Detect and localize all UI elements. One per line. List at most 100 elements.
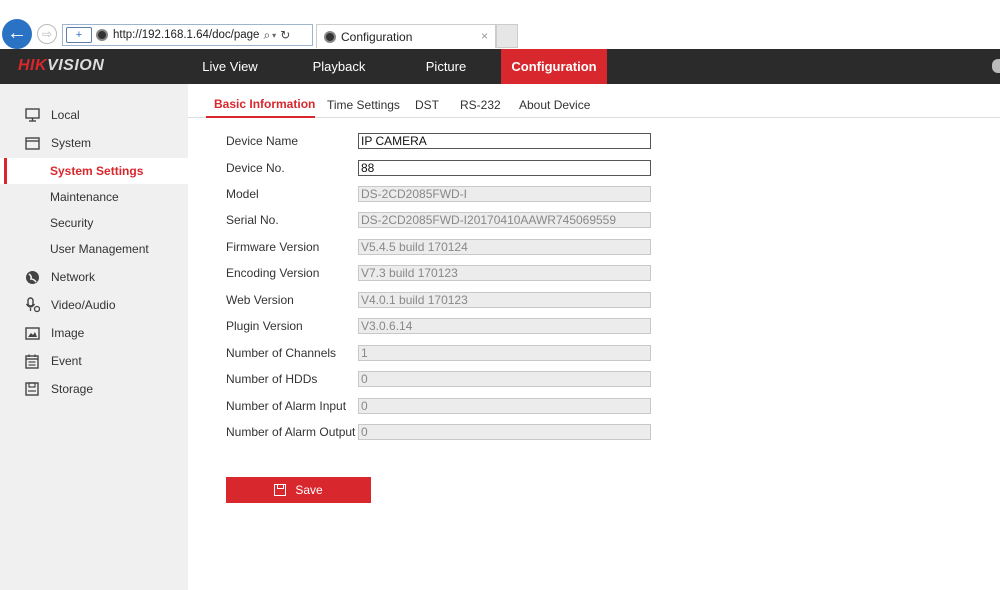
field-label: Encoding Version xyxy=(226,266,320,280)
device-name-input[interactable] xyxy=(358,133,651,149)
system-icon xyxy=(24,136,40,150)
sidebar-item-label: Video/Audio xyxy=(51,298,116,312)
sidebar-item-user-management[interactable]: User Management xyxy=(0,236,188,262)
user-icon[interactable] xyxy=(992,59,1000,73)
form-row-device-no: Device No. xyxy=(226,160,656,176)
form-row-encoding-version: Encoding Version xyxy=(226,265,656,281)
back-arrow-icon: ← xyxy=(7,22,27,44)
form-row-number-of-channels: Number of Channels xyxy=(226,345,656,361)
form-row-web-version: Web Version xyxy=(226,292,656,308)
field-label: Number of HDDs xyxy=(226,372,318,386)
floppy-disk-icon xyxy=(274,484,287,496)
top-navigation: HIKVISION Live View Playback Picture Con… xyxy=(0,49,1000,84)
form-row-device-name: Device Name xyxy=(226,133,656,149)
nav-configuration[interactable]: Configuration xyxy=(501,49,607,84)
close-icon[interactable]: × xyxy=(481,29,488,43)
sidebar-item-label: Event xyxy=(51,354,82,368)
sidebar: Local System System Settings Maintenance… xyxy=(0,84,188,590)
logo-vision: VISION xyxy=(47,57,105,74)
save-button[interactable]: Save xyxy=(226,477,371,503)
nav-live-view[interactable]: Live View xyxy=(190,49,270,84)
address-bar[interactable]: + http://192.168.1.64/doc/page ⌕ ▾ ↻ xyxy=(62,24,313,46)
field-label: Number of Alarm Output xyxy=(226,425,356,439)
field-label: Web Version xyxy=(226,293,294,307)
forward-arrow-icon: ⇨ xyxy=(41,27,53,41)
tab-basic-information[interactable]: Basic Information xyxy=(206,84,315,118)
tab-about-device[interactable]: About Device xyxy=(519,84,590,118)
storage-icon xyxy=(24,382,40,396)
device-no-input[interactable] xyxy=(358,160,651,176)
sidebar-item-label: System Settings xyxy=(50,164,144,178)
browser-tab[interactable]: Configuration × xyxy=(316,24,496,48)
number-of-hdds-field xyxy=(358,371,651,387)
field-label: Device Name xyxy=(226,134,299,148)
form-row-number-of-alarm-output: Number of Alarm Output xyxy=(226,424,656,440)
field-label: Firmware Version xyxy=(226,240,320,254)
sidebar-item-label: Image xyxy=(51,326,85,340)
sidebar-item-security[interactable]: Security xyxy=(0,210,188,236)
sidebar-item-label: System xyxy=(51,136,92,150)
sidebar-item-label: Local xyxy=(51,108,80,122)
tab-favicon-icon xyxy=(324,30,336,43)
sidebar-item-system[interactable]: System xyxy=(0,130,188,156)
url-text[interactable]: http://192.168.1.64/doc/page xyxy=(113,29,259,41)
form-row-plugin-version: Plugin Version xyxy=(226,318,656,334)
sidebar-item-label: Network xyxy=(51,270,96,284)
sidebar-item-label: Maintenance xyxy=(50,190,119,204)
sidebar-item-maintenance[interactable]: Maintenance xyxy=(0,184,188,210)
back-button[interactable]: ← xyxy=(2,19,32,49)
firmware-version-field xyxy=(358,239,651,255)
hikvision-logo: HIKVISION xyxy=(18,57,104,75)
config-tabs: Basic Information Time Settings DST RS-2… xyxy=(188,84,1000,118)
monitor-icon xyxy=(24,108,40,122)
sidebar-item-label: Storage xyxy=(51,382,94,396)
form-row-firmware-version: Firmware Version xyxy=(226,239,656,255)
form-row-serial-no: Serial No. xyxy=(226,212,656,228)
browser-tab-title: Configuration xyxy=(341,29,413,44)
sidebar-item-event[interactable]: Event xyxy=(0,348,188,374)
number-of-alarm-output-field xyxy=(358,424,651,440)
nav-playback[interactable]: Playback xyxy=(300,49,378,84)
chevron-down-icon[interactable]: ▾ xyxy=(272,31,276,40)
number-of-alarm-input-field xyxy=(358,398,651,414)
tab-rs-232[interactable]: RS-232 xyxy=(460,84,501,118)
field-label: Model xyxy=(226,187,259,201)
web-version-field xyxy=(358,292,651,308)
sidebar-item-storage[interactable]: Storage xyxy=(0,376,188,402)
tab-time-settings[interactable]: Time Settings xyxy=(327,84,400,118)
search-icon[interactable]: ⌕ xyxy=(263,28,270,43)
save-button-label: Save xyxy=(295,483,323,497)
plugin-version-field xyxy=(358,318,651,334)
serial-no-field xyxy=(358,212,651,228)
number-of-channels-field xyxy=(358,345,651,361)
nav-picture[interactable]: Picture xyxy=(412,49,480,84)
form-row-model: Model xyxy=(226,186,656,202)
tab-dst[interactable]: DST xyxy=(415,84,439,118)
sidebar-item-network[interactable]: Network xyxy=(0,264,188,290)
encoding-version-field xyxy=(358,265,651,281)
refresh-icon[interactable]: ↻ xyxy=(280,28,290,42)
globe-icon xyxy=(24,270,40,284)
shield-icon[interactable]: + xyxy=(66,27,92,43)
browser-chrome: ← ⇨ + http://192.168.1.64/doc/page ⌕ ▾ ↻… xyxy=(0,0,1000,49)
field-label: Device No. xyxy=(226,161,285,175)
microphone-icon xyxy=(24,297,40,313)
model-field xyxy=(358,186,651,202)
sidebar-item-label: Security xyxy=(50,216,94,230)
sidebar-item-local[interactable]: Local xyxy=(0,102,188,128)
field-label: Number of Alarm Input xyxy=(226,399,347,413)
logo-hik: HIK xyxy=(18,57,48,74)
site-icon xyxy=(96,29,108,41)
field-label: Serial No. xyxy=(226,213,279,227)
field-label: Plugin Version xyxy=(226,319,303,333)
sidebar-item-image[interactable]: Image xyxy=(0,320,188,346)
sidebar-item-label: User Management xyxy=(50,242,149,256)
sidebar-item-video-audio[interactable]: Video/Audio xyxy=(0,292,188,318)
form-row-number-of-alarm-input: Number of Alarm Input xyxy=(226,398,656,414)
forward-button[interactable]: ⇨ xyxy=(37,24,57,44)
sidebar-item-system-settings[interactable]: System Settings xyxy=(0,158,188,184)
image-icon xyxy=(24,326,40,340)
new-tab-button[interactable] xyxy=(496,24,518,48)
form-row-number-of-hdds: Number of HDDs xyxy=(226,371,656,387)
calendar-icon xyxy=(24,354,40,369)
